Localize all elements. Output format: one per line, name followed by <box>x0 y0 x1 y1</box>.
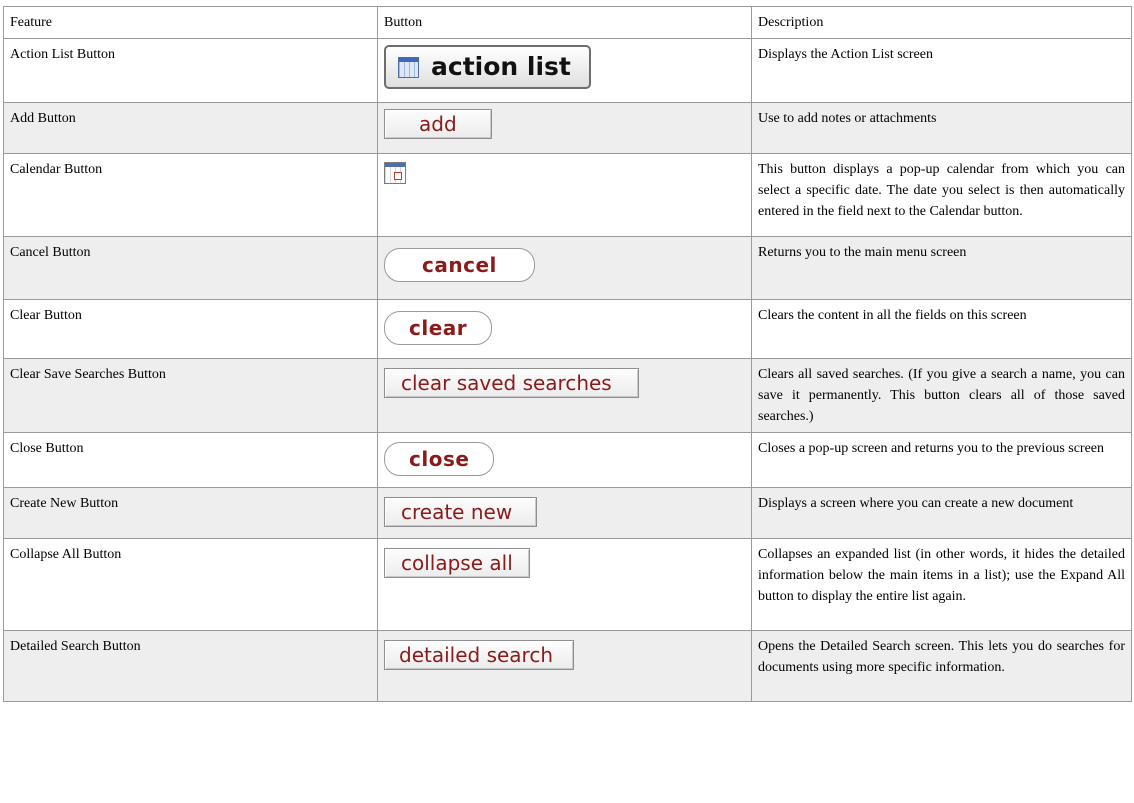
clear-saved-searches-button[interactable]: clear saved searches <box>384 368 639 398</box>
feature-cell: Cancel Button <box>3 236 378 300</box>
button-cell: clear saved searches <box>377 358 752 433</box>
table-row: Detailed Search Button detailed search O… <box>3 630 1132 702</box>
create-new-button[interactable]: create new <box>384 497 538 527</box>
description-cell: Opens the Detailed Search screen. This l… <box>751 630 1132 702</box>
detailed-search-button[interactable]: detailed search <box>384 640 575 670</box>
table-row: Collapse All Button collapse all Collaps… <box>3 538 1132 631</box>
table-list-icon <box>398 57 419 78</box>
description-cell: Closes a pop-up screen and returns you t… <box>751 432 1132 488</box>
feature-cell: Collapse All Button <box>3 538 378 631</box>
description-cell: Use to add notes or attachments <box>751 102 1132 154</box>
table-row: Action List Button action list Displays … <box>3 38 1132 103</box>
cancel-button[interactable]: cancel <box>384 248 535 282</box>
feature-cell: Clear Button <box>3 299 378 359</box>
table-row: Close Button close Closes a pop-up scree… <box>3 432 1132 488</box>
button-cell: close <box>377 432 752 488</box>
feature-cell: Action List Button <box>3 38 378 103</box>
table-row: Create New Button create new Displays a … <box>3 487 1132 539</box>
clear-button[interactable]: clear <box>384 311 493 345</box>
add-button[interactable]: add <box>384 109 492 139</box>
description-cell: Clears the content in all the fields on … <box>751 299 1132 359</box>
header-feature: Feature <box>3 6 378 39</box>
button-cell: action list <box>377 38 752 103</box>
calendar-icon[interactable] <box>384 162 406 184</box>
table-row: Calendar Button This button displays a p… <box>3 153 1132 237</box>
button-cell: collapse all <box>377 538 752 631</box>
description-cell: Clears all saved searches. (If you give … <box>751 358 1132 433</box>
description-cell: Returns you to the main menu screen <box>751 236 1132 300</box>
description-cell: This button displays a pop-up calendar f… <box>751 153 1132 237</box>
table-row: Clear Button clear Clears the content in… <box>3 299 1132 359</box>
button-reference-table: Feature Button Description Action List B… <box>3 6 1132 702</box>
header-button: Button <box>377 6 752 39</box>
button-cell: clear <box>377 299 752 359</box>
button-cell: create new <box>377 487 752 539</box>
close-button[interactable]: close <box>384 442 495 476</box>
button-cell: add <box>377 102 752 154</box>
table-row: Clear Save Searches Button clear saved s… <box>3 358 1132 433</box>
button-cell: detailed search <box>377 630 752 702</box>
description-cell: Displays the Action List screen <box>751 38 1132 103</box>
header-description: Description <box>751 6 1132 39</box>
feature-cell: Add Button <box>3 102 378 154</box>
collapse-all-button[interactable]: collapse all <box>384 548 530 578</box>
table-row: Cancel Button cancel Returns you to the … <box>3 236 1132 300</box>
feature-cell: Close Button <box>3 432 378 488</box>
description-cell: Collapses an expanded list (in other wor… <box>751 538 1132 631</box>
feature-cell: Calendar Button <box>3 153 378 237</box>
header-row: Feature Button Description <box>3 6 1132 39</box>
feature-cell: Create New Button <box>3 487 378 539</box>
feature-cell: Detailed Search Button <box>3 630 378 702</box>
button-cell: cancel <box>377 236 752 300</box>
table-row: Add Button add Use to add notes or attac… <box>3 102 1132 154</box>
description-cell: Displays a screen where you can create a… <box>751 487 1132 539</box>
feature-cell: Clear Save Searches Button <box>3 358 378 433</box>
action-list-button-label: action list <box>431 52 571 81</box>
button-cell <box>377 153 752 237</box>
action-list-button[interactable]: action list <box>384 45 591 89</box>
